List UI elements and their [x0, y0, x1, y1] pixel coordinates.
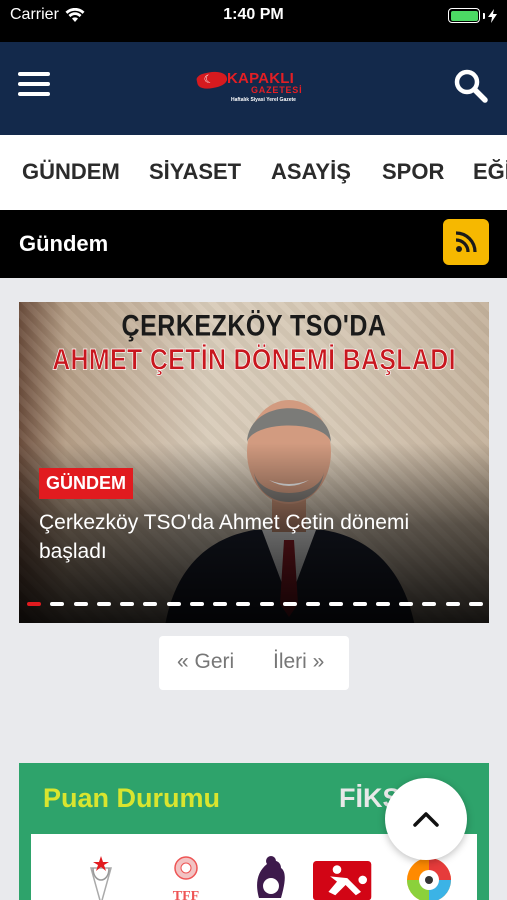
- slider-dot[interactable]: [143, 602, 158, 606]
- category-tab-egitim[interactable]: EĞİ: [473, 159, 507, 185]
- slider-dot[interactable]: [468, 602, 483, 606]
- menu-line: [18, 92, 50, 96]
- slider-dot[interactable]: [213, 602, 227, 606]
- rss-button[interactable]: [443, 219, 489, 265]
- premier-league-logo-icon[interactable]: [241, 854, 301, 900]
- slider-dot[interactable]: [399, 602, 413, 606]
- logo-tagline: Haftalık Siyasi Yerel Gazete: [231, 97, 296, 103]
- slider-dot[interactable]: [73, 602, 88, 606]
- category-tab-spor[interactable]: SPOR: [382, 159, 444, 185]
- scroll-to-top-button[interactable]: [385, 778, 467, 860]
- slider-dot[interactable]: [259, 602, 274, 606]
- category-tab-gundem[interactable]: GÜNDEM: [22, 159, 120, 185]
- slider-dot[interactable]: [50, 602, 65, 606]
- previous-button[interactable]: « Geri: [177, 650, 234, 674]
- slider-dot[interactable]: [27, 602, 41, 606]
- slider-dot[interactable]: [445, 602, 460, 606]
- app-header: KAPAKLI GAZETESİ Haftalık Siyasi Yerel G…: [0, 42, 507, 135]
- slide-image-headline-line1: ÇERKEZKÖY TSO'DA: [121, 309, 387, 343]
- standings-tab[interactable]: Puan Durumu: [43, 783, 220, 814]
- logo-subword: GAZETESİ: [251, 85, 303, 95]
- slider-dot[interactable]: [306, 602, 320, 606]
- menu-line: [18, 82, 50, 86]
- slider-dot[interactable]: [236, 602, 251, 606]
- tff-logo-icon[interactable]: TFF: [156, 854, 216, 900]
- hamburger-menu-button[interactable]: [18, 72, 50, 100]
- slider-dot[interactable]: [422, 602, 437, 606]
- slider-pager: « Geri İleri »: [159, 636, 349, 690]
- next-button[interactable]: İleri »: [273, 650, 324, 674]
- slider-dot[interactable]: [166, 602, 181, 606]
- kapakli-gazetesi-logo[interactable]: KAPAKLI GAZETESİ Haftalık Siyasi Yerel G…: [195, 69, 310, 108]
- slider-pagination: [27, 602, 483, 606]
- slider-dot[interactable]: [352, 602, 367, 606]
- section-title: Gündem: [19, 231, 109, 256]
- slider-dot[interactable]: [96, 602, 111, 606]
- menu-line: [18, 72, 50, 76]
- category-tab-siyaset[interactable]: SİYASET: [149, 159, 241, 185]
- bundesliga-logo-icon[interactable]: [313, 854, 373, 900]
- slider-dot[interactable]: [329, 602, 344, 606]
- super-lig-logo-icon[interactable]: [71, 854, 131, 900]
- chevron-up-icon: [413, 812, 439, 827]
- status-time: 1:40 PM: [223, 6, 284, 23]
- section-header: Gündem: [0, 210, 507, 278]
- category-nav: GÜNDEM SİYASET ASAYİŞ SPOR EĞİ: [0, 135, 507, 210]
- slider-dot[interactable]: [120, 602, 134, 606]
- slider-dot[interactable]: [189, 602, 204, 606]
- slide-title[interactable]: Çerkezköy TSO'da Ahmet Çetin dönemi başl…: [39, 508, 479, 566]
- news-slider[interactable]: ÇERKEZKÖY TSO'DA AHMET ÇETİN DÖNEMİ BAŞL…: [19, 302, 489, 623]
- rss-icon: [455, 231, 477, 253]
- svg-text:TFF: TFF: [173, 889, 199, 900]
- charging-bolt-icon: [488, 8, 497, 23]
- slider-dot[interactable]: [375, 602, 390, 606]
- category-tab-asayis[interactable]: ASAYİŞ: [271, 159, 351, 185]
- battery-icon: [448, 8, 497, 23]
- laliga-logo-icon[interactable]: [399, 854, 459, 900]
- slider-dot[interactable]: [282, 602, 297, 606]
- search-icon[interactable]: [453, 68, 489, 104]
- turkish-flag-icon: [195, 69, 229, 91]
- status-bar: Carrier 1:40 PM: [0, 0, 507, 42]
- slide-category-badge[interactable]: GÜNDEM: [39, 468, 133, 499]
